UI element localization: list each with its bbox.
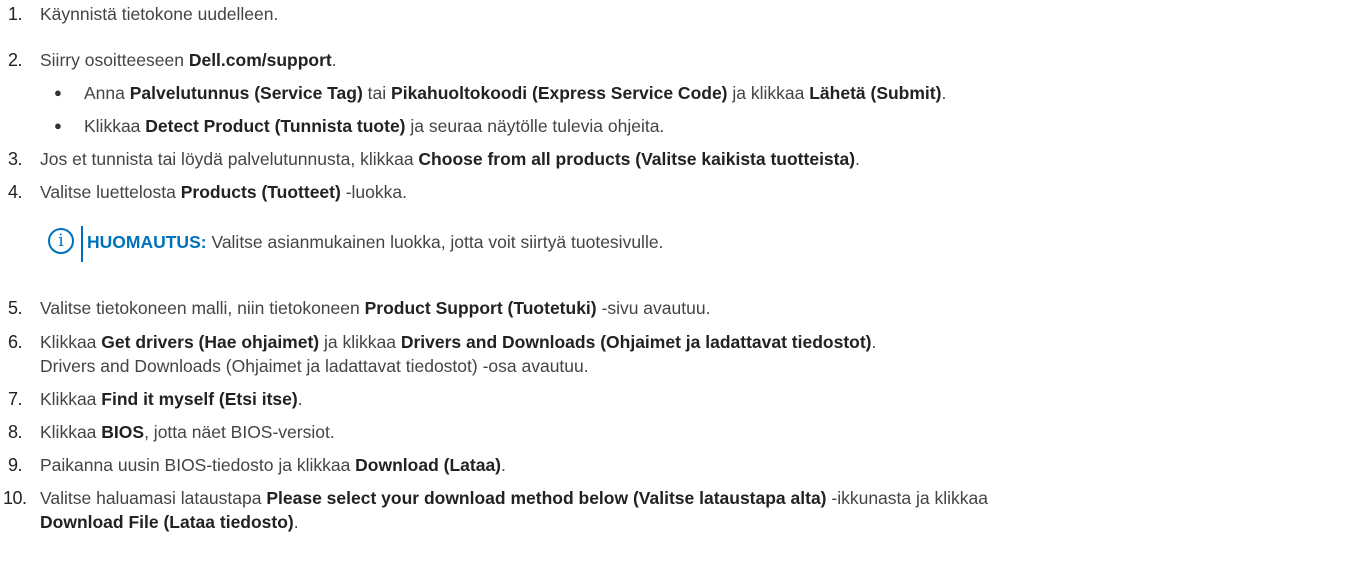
step-text: Siirry osoitteeseen Dell.com/support. (40, 49, 337, 71)
emphasis-text: Download (Lataa) (355, 455, 502, 475)
plain-text: ja klikkaa (319, 332, 401, 352)
emphasis-text: Lähetä (Submit) (809, 83, 942, 103)
step-text: Jos et tunnista tai löydä palvelutunnust… (40, 148, 860, 170)
step-number: 3. (8, 149, 23, 169)
emphasis-text: Palvelutunnus (Service Tag) (129, 83, 363, 103)
step-number: 9. (8, 455, 23, 475)
note-body: Valitse asianmukainen luokka, jotta voit… (206, 232, 664, 252)
plain-text: Valitse haluamasi lataustapa (40, 488, 267, 508)
plain-text: Käynnistä tietokone uudelleen. (40, 4, 279, 24)
step-number: 5. (8, 298, 23, 318)
plain-text: Klikkaa (40, 422, 102, 442)
step-number: 8. (8, 422, 23, 442)
emphasis-text: Detect Product (Tunnista tuote) (145, 116, 406, 136)
plain-text: . (941, 83, 947, 103)
emphasis-text: Get drivers (Hae ohjaimet) (101, 332, 320, 352)
plain-text: . (871, 332, 877, 352)
plain-text: -ikkunasta ja klikkaa (826, 488, 988, 508)
step-text: Klikkaa Get drivers (Hae ohjaimet) ja kl… (40, 331, 876, 353)
plain-text: ja klikkaa (727, 83, 810, 103)
step-text: Käynnistä tietokone uudelleen. (40, 3, 278, 25)
plain-text: Anna (84, 83, 130, 103)
step-number: 6. (8, 332, 23, 352)
step-text: Valitse haluamasi lataustapa Please sele… (40, 487, 988, 509)
step-text: Valitse luettelosta Products (Tuotteet) … (40, 181, 407, 203)
emphasis-text: Products (Tuotteet) (180, 182, 341, 202)
plain-text: . (501, 455, 506, 475)
emphasis-text: Find it myself (Etsi itse) (101, 389, 298, 409)
plain-text: Jos et tunnista tai löydä palvelutunnust… (40, 149, 419, 169)
plain-text: tai (362, 83, 392, 103)
step-text: Paikanna uusin BIOS-tiedosto ja klikkaa … (40, 454, 506, 476)
bullet-dot: ● (54, 85, 62, 100)
bullet-dot: ● (54, 118, 62, 133)
plain-text: Klikkaa (40, 389, 102, 409)
plain-text: -sivu avautuu. (596, 298, 711, 318)
plain-text: Valitse tietokoneen malli, niin tietokon… (40, 298, 365, 318)
note-divider (81, 226, 83, 262)
plain-text: Klikkaa (84, 116, 146, 136)
emphasis-text: BIOS (101, 422, 145, 442)
emphasis-text: Product Support (Tuotetuki) (364, 298, 597, 318)
plain-text: . (293, 512, 299, 532)
step-number: 2. (8, 50, 23, 70)
note-text: HUOMAUTUS: Valitse asianmukainen luokka,… (87, 232, 663, 253)
bullet-text: Klikkaa Detect Product (Tunnista tuote) … (84, 115, 664, 137)
bullet-text: Anna Palvelutunnus (Service Tag) tai Pik… (84, 82, 946, 104)
step-number: 7. (8, 389, 23, 409)
note-label: HUOMAUTUS: (87, 232, 207, 252)
emphasis-text: Pikahuoltokoodi (Express Service Code) (391, 83, 728, 103)
plain-text: -luokka. (340, 182, 407, 202)
step-text: Download File (Lataa tiedosto). (40, 511, 299, 533)
emphasis-text: Drivers and Downloads (Ohjaimet ja ladat… (400, 332, 872, 352)
plain-text: . (855, 149, 860, 169)
info-icon: i (48, 228, 74, 254)
plain-text: ja seuraa näytölle tulevia ohjeita. (405, 116, 665, 136)
plain-text: Klikkaa (40, 332, 102, 352)
step-text: Drivers and Downloads (Ohjaimet ja ladat… (40, 356, 589, 376)
emphasis-text: Dell.com/support (188, 50, 332, 70)
plain-text: Valitse luettelosta (40, 182, 181, 202)
emphasis-text: Please select your download method below… (266, 488, 827, 508)
plain-text: Paikanna uusin BIOS-tiedosto ja klikkaa (40, 455, 356, 475)
plain-text: , jotta näet BIOS-versiot. (144, 422, 335, 442)
step-number: 10. (3, 488, 27, 508)
plain-text: Siirry osoitteeseen (40, 50, 189, 70)
emphasis-text: Choose from all products (Valitse kaikis… (418, 149, 856, 169)
plain-text: . (297, 389, 303, 409)
step-number: 4. (8, 182, 23, 202)
step-text: Klikkaa BIOS, jotta näet BIOS-versiot. (40, 421, 335, 443)
step-text: Klikkaa Find it myself (Etsi itse). (40, 388, 303, 410)
plain-text: . (331, 50, 337, 70)
step-number: 1. (8, 4, 23, 24)
step-text: Valitse tietokoneen malli, niin tietokon… (40, 297, 710, 319)
emphasis-text: Download File (Lataa tiedosto) (40, 512, 294, 532)
